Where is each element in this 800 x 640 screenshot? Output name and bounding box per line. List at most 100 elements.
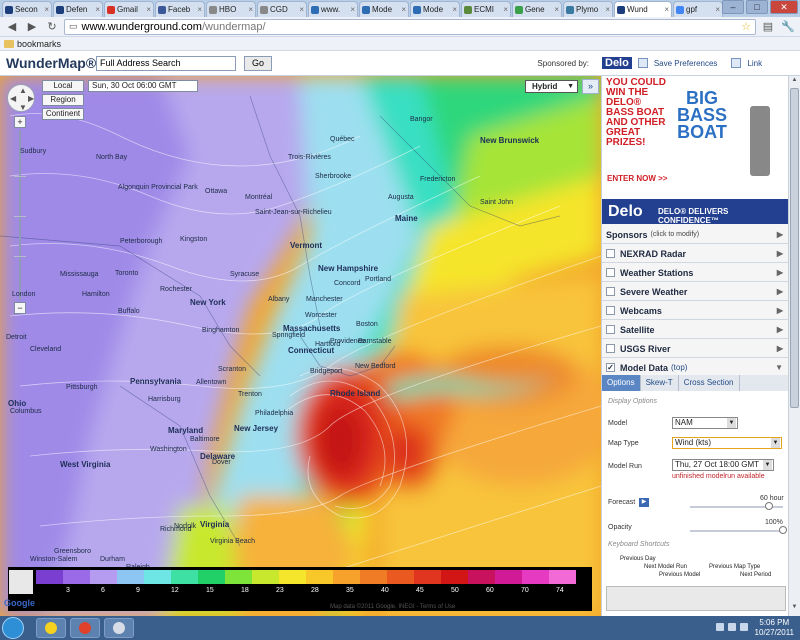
forecast-slider-knob[interactable]	[765, 502, 774, 510]
continent-button[interactable]: Continent	[42, 108, 84, 120]
browser-tab[interactable]: ECMI ×	[461, 1, 511, 17]
close-tab-icon[interactable]: ×	[605, 5, 610, 14]
browser-tab[interactable]: gpf ×	[673, 1, 723, 17]
close-tab-icon[interactable]: ×	[146, 5, 151, 14]
section-weather-stations[interactable]: Weather Stations ▶	[602, 264, 788, 282]
tab-skew-t[interactable]: Skew-T	[641, 375, 679, 391]
paint-icon[interactable]	[104, 618, 134, 638]
map-canvas[interactable]: ▲ ▼ ◀ ▶ + − Local Region Continent Sun, 30…	[0, 76, 601, 616]
severe-weather-checkbox[interactable]	[606, 287, 615, 296]
google-logo[interactable]: Google	[4, 598, 35, 608]
link-link[interactable]: Link	[747, 59, 762, 68]
close-tab-icon[interactable]: ×	[452, 5, 457, 14]
pan-control[interactable]: ▲ ▼ ◀ ▶	[7, 84, 35, 112]
section-usgs-river[interactable]: USGS River ▶	[602, 340, 788, 358]
close-tab-icon[interactable]: ×	[503, 5, 508, 14]
tab-title: Wund	[627, 5, 648, 14]
browser-tab[interactable]: Faceb ×	[155, 1, 205, 17]
browser-tab[interactable]: Secon ×	[2, 1, 52, 17]
browser-tab[interactable]: Wund ×	[614, 1, 672, 17]
browser-tab[interactable]: Mode ×	[410, 1, 460, 17]
map-place-label: Cleveland	[30, 346, 62, 353]
map-copyright[interactable]: Map data ©2011 Google, INEGI - Terms of …	[330, 604, 455, 610]
section-nexrad-radar[interactable]: NEXRAD Radar ▶	[602, 245, 788, 263]
unfinished-run-warning[interactable]: unfinished modelrun available	[672, 473, 765, 480]
tray-network-icon[interactable]	[728, 623, 736, 631]
map-type-select[interactable]: Hybrid ▼	[525, 80, 578, 93]
bookmarks-folder[interactable]: bookmarks	[17, 39, 61, 49]
browser-tab[interactable]: Plymo ×	[563, 1, 613, 17]
close-tab-icon[interactable]: ×	[197, 5, 202, 14]
scroll-thumb[interactable]	[790, 88, 799, 408]
satellite-checkbox[interactable]	[606, 325, 615, 334]
bookmark-star-icon[interactable]: ☆	[741, 20, 751, 33]
aim-icon[interactable]	[36, 618, 66, 638]
page-menu-icon[interactable]: ▤	[760, 19, 776, 35]
start-button[interactable]	[2, 617, 24, 639]
browser-tab[interactable]: Gmail ×	[104, 1, 154, 17]
model-run-select[interactable]: Thu, 27 Oct 18:00 GMT ▼	[672, 459, 774, 471]
local-button[interactable]: Local	[42, 80, 84, 92]
browser-tab[interactable]: Gene ×	[512, 1, 562, 17]
section-sponsors[interactable]: Sponsors (click to modify) ▶	[602, 226, 788, 244]
close-window-button[interactable]: ✕	[770, 0, 798, 14]
ad-enter-now-link[interactable]: ENTER NOW >>	[607, 174, 667, 183]
back-button[interactable]: ◀	[4, 19, 20, 35]
address-bar[interactable]: ▭ www.wunderground.com/wundermap/ ☆	[64, 18, 756, 35]
wrench-icon[interactable]: 🔧	[780, 19, 796, 35]
page-scrollbar[interactable]: ▲ ▼	[788, 76, 800, 616]
browser-tab[interactable]: www. ×	[308, 1, 358, 17]
webcams-checkbox[interactable]	[606, 306, 615, 315]
wundermap-logo[interactable]: WunderMap®	[6, 55, 96, 71]
model-select[interactable]: NAM ▼	[672, 417, 738, 429]
go-button[interactable]: Go	[244, 55, 273, 71]
zoom-slider-track[interactable]	[19, 130, 21, 300]
map-type-dropdown[interactable]: Wind (kts) ▼	[672, 437, 782, 449]
top-link[interactable]: (top)	[671, 363, 687, 372]
close-tab-icon[interactable]: ×	[95, 5, 100, 14]
tab-cross-section[interactable]: Cross Section	[679, 375, 740, 391]
nexrad-checkbox[interactable]	[606, 249, 615, 258]
browser-tab[interactable]: CGD ×	[257, 1, 307, 17]
browser-tab[interactable]: Mode ×	[359, 1, 409, 17]
scroll-up-icon[interactable]: ▲	[790, 77, 799, 86]
section-webcams[interactable]: Webcams ▶	[602, 302, 788, 320]
clock[interactable]: 5:06 PM 10/27/2011	[755, 618, 794, 638]
expand-map-button[interactable]: »	[582, 79, 599, 94]
play-icon[interactable]: ▶	[639, 498, 649, 507]
zoom-in-button[interactable]: +	[14, 116, 26, 128]
model-data-checkbox[interactable]: ✓	[606, 363, 615, 372]
close-tab-icon[interactable]: ×	[248, 5, 253, 14]
region-button[interactable]: Region	[42, 94, 84, 106]
save-preferences-link[interactable]: Save Preferences	[654, 59, 718, 68]
usgs-river-checkbox[interactable]	[606, 344, 615, 353]
address-search-input[interactable]	[96, 55, 236, 71]
minimize-button[interactable]: –	[722, 0, 744, 14]
delo-logo[interactable]: Delo	[602, 57, 632, 69]
reload-button[interactable]: ↻	[44, 19, 60, 35]
tray-volume-icon[interactable]	[740, 623, 748, 631]
weather-stations-checkbox[interactable]	[606, 268, 615, 277]
tray-flag-icon[interactable]	[716, 623, 724, 631]
tab-options[interactable]: Options	[602, 375, 641, 391]
close-tab-icon[interactable]: ×	[664, 5, 669, 14]
chrome-icon[interactable]	[70, 618, 100, 638]
section-satellite[interactable]: Satellite ▶	[602, 321, 788, 339]
browser-tab[interactable]: Defen ×	[53, 1, 103, 17]
close-tab-icon[interactable]: ×	[401, 5, 406, 14]
tab-title: Defen	[66, 5, 88, 14]
section-severe-weather[interactable]: Severe Weather ▶	[602, 283, 788, 301]
close-tab-icon[interactable]: ×	[554, 5, 559, 14]
delo-advertisement[interactable]: YOU COULD WIN THE DELO® BASS BOAT AND OT…	[602, 76, 788, 224]
scroll-down-icon[interactable]: ▼	[790, 604, 799, 613]
forward-button[interactable]: ▶	[24, 19, 40, 35]
close-tab-icon[interactable]: ×	[715, 5, 720, 14]
close-tab-icon[interactable]: ×	[299, 5, 304, 14]
maximize-button[interactable]: □	[746, 0, 768, 14]
opacity-slider-knob[interactable]	[779, 526, 787, 534]
zoom-out-button[interactable]: −	[14, 302, 26, 314]
close-tab-icon[interactable]: ×	[350, 5, 355, 14]
browser-tab[interactable]: HBO ×	[206, 1, 256, 17]
opacity-slider-track[interactable]	[690, 530, 783, 532]
close-tab-icon[interactable]: ×	[44, 5, 49, 14]
